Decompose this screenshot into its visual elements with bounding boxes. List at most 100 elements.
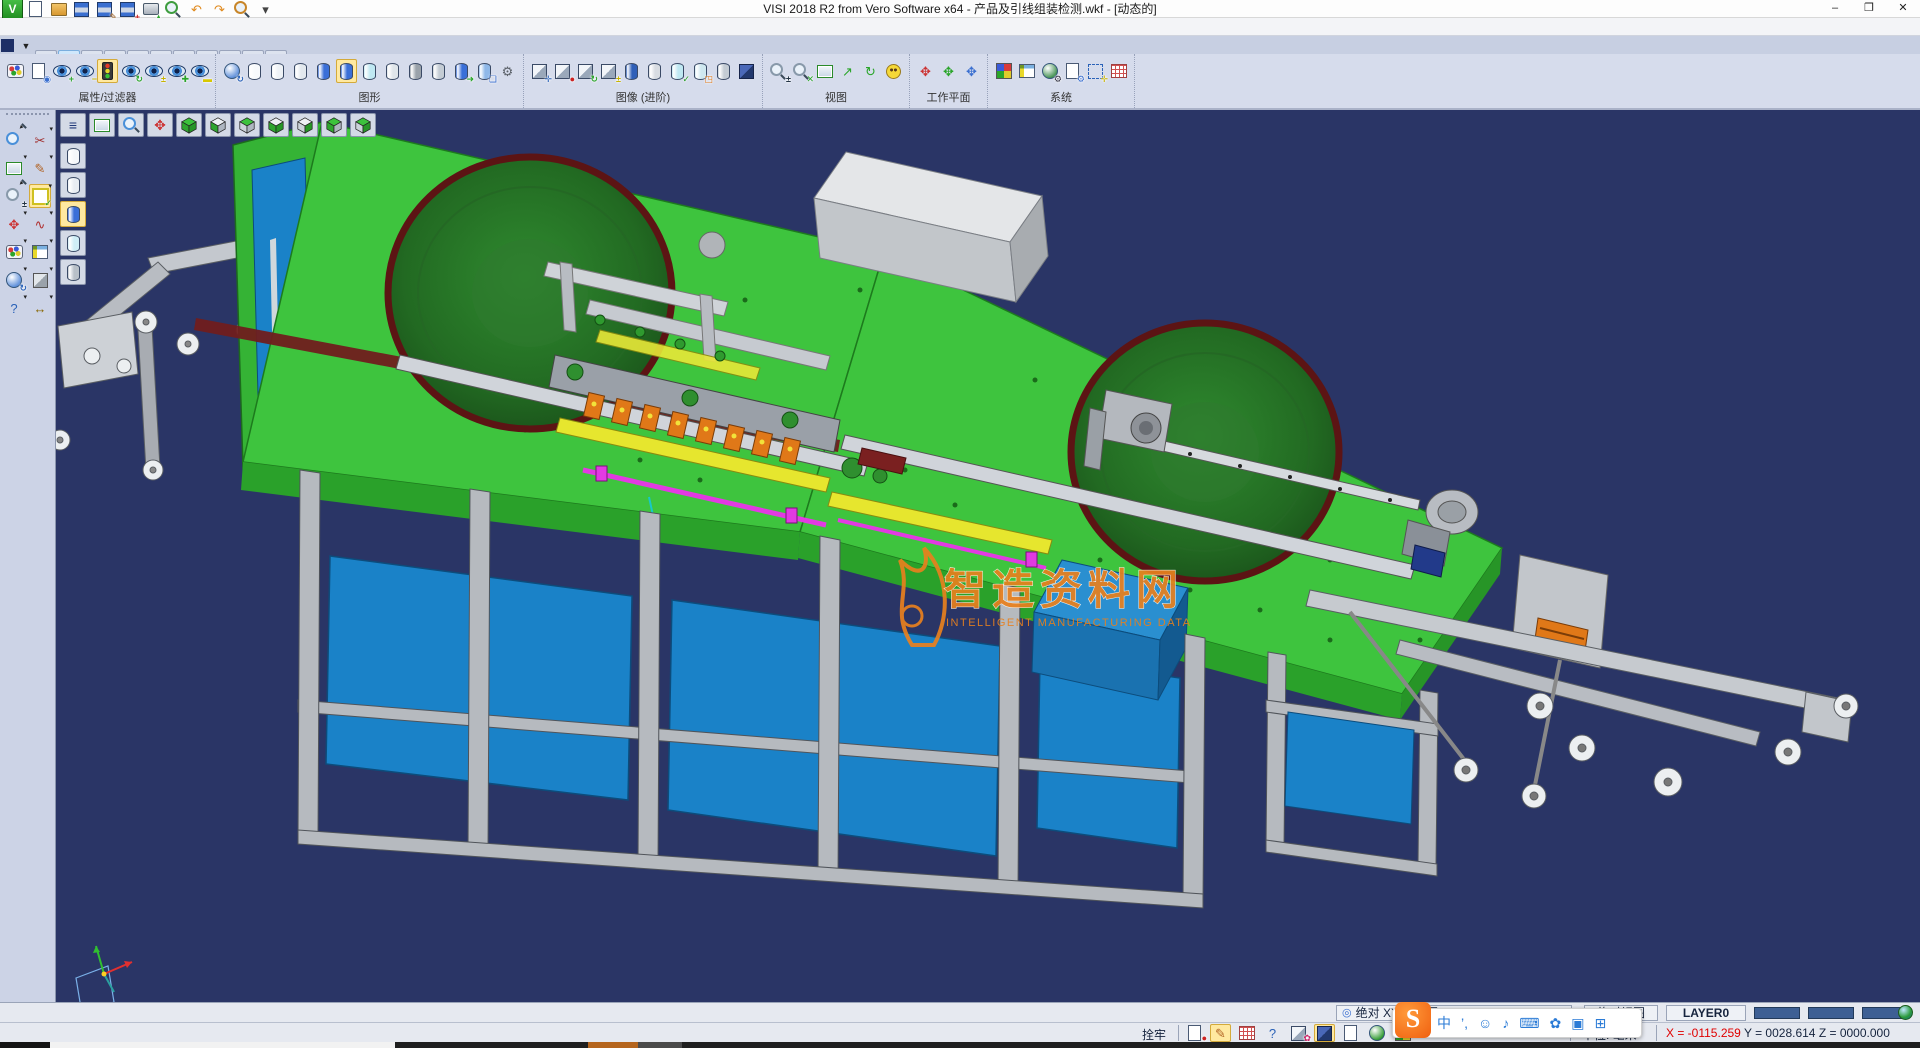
- solid-preview-icon[interactable]: [29, 268, 51, 292]
- style-shaded-icon[interactable]: [60, 201, 86, 227]
- grid-settings-icon[interactable]: [1108, 59, 1129, 83]
- tab-overflow-button[interactable]: ▼: [17, 41, 35, 54]
- stamp-icon[interactable]: [1236, 1024, 1257, 1042]
- shaded-style-icon[interactable]: [313, 59, 334, 83]
- attribute-copy-icon[interactable]: ◉: [28, 59, 49, 83]
- view-bottom-icon[interactable]: [205, 113, 231, 137]
- style-settings-icon[interactable]: ⚙: [497, 59, 518, 83]
- zoom-extents-icon[interactable]: [814, 59, 835, 83]
- fit-view-icon[interactable]: [89, 113, 115, 137]
- style-hidden-icon[interactable]: [60, 172, 86, 198]
- view-top-icon[interactable]: [234, 113, 260, 137]
- preferences-panel-icon[interactable]: [1016, 59, 1037, 83]
- layer-window-icon[interactable]: [29, 240, 51, 264]
- workplane-entity-icon[interactable]: ✥: [938, 59, 959, 83]
- color-swatch-1[interactable]: [1754, 1007, 1800, 1019]
- zoom-previous-icon[interactable]: [118, 113, 144, 137]
- view-face-icon[interactable]: [883, 59, 904, 83]
- mesh-wire-style-icon[interactable]: [428, 59, 449, 83]
- regen-view-icon[interactable]: ↻: [3, 268, 25, 292]
- zoom-window-icon[interactable]: [3, 156, 25, 180]
- style-wireframe-icon[interactable]: [60, 143, 86, 169]
- zoom-scale-icon[interactable]: ±: [3, 184, 25, 208]
- ime-menu-icon[interactable]: ⊞: [1594, 1016, 1606, 1030]
- rotate-view-icon[interactable]: ↻: [860, 59, 881, 83]
- workplane-view-icon[interactable]: ✥: [961, 59, 982, 83]
- zoom-in-out-icon[interactable]: ±: [768, 59, 789, 83]
- globe-icon[interactable]: [1898, 1005, 1913, 1020]
- view-iso-icon[interactable]: [176, 113, 202, 137]
- context-help-icon[interactable]: ?: [3, 296, 25, 320]
- axonometry-icon[interactable]: ✥: [147, 113, 173, 137]
- transparent-style-icon[interactable]: [359, 59, 380, 83]
- advanced-axes-icon[interactable]: ✛: [529, 59, 550, 83]
- quick-edit-icon[interactable]: ✎: [1210, 1024, 1231, 1042]
- taskbar-apps-left[interactable]: [395, 1042, 588, 1048]
- wireframe-style-icon[interactable]: [244, 59, 265, 83]
- ime-punct-icon[interactable]: ’,: [1461, 1016, 1468, 1030]
- maximize-button[interactable]: ❐: [1852, 0, 1886, 18]
- invert-visibility-icon[interactable]: ±: [143, 59, 164, 83]
- shaded-edges-style-icon[interactable]: [336, 59, 357, 83]
- workplane-xy-icon[interactable]: ✥: [915, 59, 936, 83]
- hide-entities-icon[interactable]: −: [74, 59, 95, 83]
- style-transparent-icon[interactable]: [60, 230, 86, 256]
- color-cube-icon[interactable]: [1314, 1024, 1335, 1042]
- solid-view-icon[interactable]: [621, 59, 642, 83]
- view-left-icon[interactable]: [321, 113, 347, 137]
- package-icon[interactable]: ✿: [1288, 1024, 1309, 1042]
- show-entities-icon[interactable]: +: [51, 59, 72, 83]
- validated-view-icon[interactable]: ✓: [667, 59, 688, 83]
- flat-style-icon[interactable]: [382, 59, 403, 83]
- taskbar-search[interactable]: [50, 1042, 395, 1048]
- regenerate-icon[interactable]: ↻: [221, 59, 242, 83]
- layer-indicator[interactable]: LAYER0: [1666, 1005, 1746, 1021]
- title-bar[interactable]: V✎+▲↶↷▾ VISI 2018 R2 from Vero Software …: [0, 0, 1920, 18]
- taskbar-start[interactable]: [0, 1042, 50, 1048]
- flagged-view-icon[interactable]: ◳: [690, 59, 711, 83]
- ucs-orientation-icon[interactable]: ✥: [3, 212, 25, 236]
- ime-skin-icon[interactable]: ✿: [1550, 1016, 1562, 1030]
- settings-window-icon[interactable]: ⚙: [1062, 59, 1083, 83]
- taskbar-app-active[interactable]: [588, 1042, 638, 1048]
- status-help-icon[interactable]: ?: [1262, 1024, 1283, 1042]
- dark-cube-icon[interactable]: [736, 59, 757, 83]
- ime-keyboard-icon[interactable]: ⌨: [1519, 1016, 1539, 1030]
- ime-logo[interactable]: S: [1395, 1002, 1431, 1038]
- minimize-button[interactable]: –: [1818, 0, 1852, 18]
- system-tools-icon[interactable]: ⚙: [1039, 59, 1060, 83]
- timer-icon[interactable]: [1366, 1024, 1387, 1042]
- spline-edit-icon[interactable]: ∿: [29, 212, 51, 236]
- ime-lang-icon[interactable]: 中: [1437, 1016, 1451, 1030]
- taskbar-app[interactable]: [638, 1042, 682, 1048]
- color-swatch-2[interactable]: [1808, 1007, 1854, 1019]
- ime-voice-icon[interactable]: ♪: [1502, 1016, 1509, 1030]
- measure-distance-icon[interactable]: ↔: [29, 296, 51, 320]
- style-apply-icon[interactable]: ➜: [451, 59, 472, 83]
- hide-all-icon[interactable]: ▬: [189, 59, 210, 83]
- style-copy-icon[interactable]: ❏: [474, 59, 495, 83]
- dynamic-zoom-icon[interactable]: [3, 128, 25, 152]
- style-mesh-icon[interactable]: [60, 259, 86, 285]
- show-all-icon[interactable]: ✚: [166, 59, 187, 83]
- snap-settings-icon[interactable]: ●: [1184, 1024, 1205, 1042]
- ime-emoji-icon[interactable]: ☺: [1478, 1016, 1492, 1030]
- attributes-icon[interactable]: [5, 59, 26, 83]
- confirm-selection-icon[interactable]: ✓: [29, 184, 51, 208]
- device-icon[interactable]: [1340, 1024, 1361, 1042]
- zoom-window-icon[interactable]: ✕: [791, 59, 812, 83]
- refresh-visibility-icon[interactable]: ↻: [120, 59, 141, 83]
- view-back-icon[interactable]: [292, 113, 318, 137]
- lock-label[interactable]: 拴牢: [1142, 1026, 1166, 1043]
- viewbar-menu-icon[interactable]: ≡: [60, 113, 86, 137]
- wire-view-icon[interactable]: [713, 59, 734, 83]
- mesh-style-icon[interactable]: [405, 59, 426, 83]
- pan-icon[interactable]: ↗: [837, 59, 858, 83]
- freehand-sketch-icon[interactable]: ✎: [29, 156, 51, 180]
- hidden-line-style-icon[interactable]: [267, 59, 288, 83]
- advanced-filter-icon[interactable]: ●: [552, 59, 573, 83]
- close-button[interactable]: ✕: [1886, 0, 1920, 18]
- taskbar-rest[interactable]: [682, 1042, 1920, 1048]
- erase-icon[interactable]: ✂: [29, 128, 51, 152]
- 3d-viewport[interactable]: 智造资料网 INTELLIGENT MANUFACTURING DATA ≡✥: [56, 110, 1920, 1002]
